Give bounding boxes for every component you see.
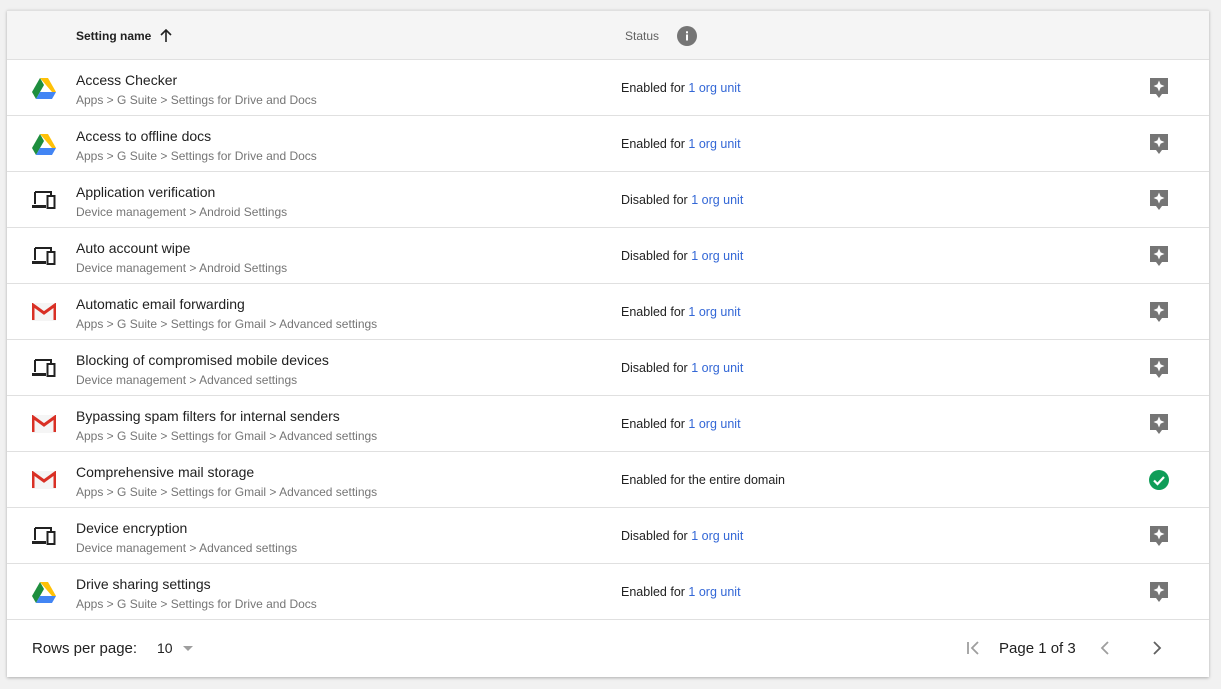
setting-status: Enabled for 1 org unit <box>621 137 741 151</box>
star-badge-icon[interactable] <box>1148 301 1170 323</box>
drive-icon <box>32 581 56 603</box>
setting-status: Enabled for 1 org unit <box>621 417 741 431</box>
previous-page-icon[interactable] <box>1095 638 1115 658</box>
setting-title[interactable]: Bypassing spam filters for internal send… <box>76 408 340 424</box>
status-column-header: Status <box>625 11 698 60</box>
setting-status: Enabled for 1 org unit <box>621 81 741 95</box>
setting-path: Apps > G Suite > Settings for Drive and … <box>76 93 317 107</box>
table-row[interactable]: Drive sharing settings Apps > G Suite > S… <box>7 564 1209 620</box>
setting-title[interactable]: Device encryption <box>76 520 187 536</box>
setting-title[interactable]: Comprehensive mail storage <box>76 464 254 480</box>
setting-path: Apps > G Suite > Settings for Gmail > Ad… <box>76 317 378 331</box>
check-circle-icon <box>1148 469 1170 491</box>
setting-status: Disabled for 1 org unit <box>621 529 743 543</box>
star-badge-icon[interactable] <box>1148 77 1170 99</box>
info-icon[interactable] <box>677 25 698 46</box>
table-footer: Rows per page: 10 Page 1 of 3 <box>7 620 1209 676</box>
setting-path: Device management > Android Settings <box>76 205 288 219</box>
setting-title[interactable]: Access Checker <box>76 72 177 88</box>
rows-per-page-value: 10 <box>157 640 173 656</box>
setting-title[interactable]: Access to offline docs <box>76 128 211 144</box>
status-text: Disabled for <box>621 361 692 375</box>
setting-path: Device management > Android Settings <box>76 261 288 275</box>
org-unit-link[interactable]: 1 org unit <box>691 529 743 543</box>
setting-status: Disabled for 1 org unit <box>621 361 743 375</box>
setting-path: Device management > Advanced settings <box>76 373 298 387</box>
setting-status: Enabled for 1 org unit <box>621 305 741 319</box>
setting-path: Device management > Advanced settings <box>76 541 298 555</box>
org-unit-link[interactable]: 1 org unit <box>688 585 740 599</box>
table-row[interactable]: Blocking of compromised mobile devices De… <box>7 340 1209 396</box>
table-row[interactable]: Application verification Device managemen… <box>7 172 1209 228</box>
setting-title[interactable]: Auto account wipe <box>76 240 190 256</box>
gmail-icon <box>32 301 56 323</box>
star-badge-icon[interactable] <box>1148 525 1170 547</box>
table-row[interactable]: Bypassing spam filters for internal send… <box>7 396 1209 452</box>
setting-name-column-header[interactable]: Setting name <box>76 11 172 60</box>
setting-path: Apps > G Suite > Settings for Drive and … <box>76 149 317 163</box>
org-unit-link[interactable]: 1 org unit <box>691 193 743 207</box>
gmail-icon <box>32 413 56 435</box>
table-row[interactable]: Access to offline docs Apps > G Suite > S… <box>7 116 1209 172</box>
rows-per-page-label: Rows per page: <box>32 640 138 657</box>
org-unit-link[interactable]: 1 org unit <box>688 417 740 431</box>
devices-icon <box>32 245 56 267</box>
sort-ascending-icon[interactable] <box>160 28 172 43</box>
devices-icon <box>32 525 56 547</box>
star-badge-icon[interactable] <box>1148 413 1170 435</box>
setting-path: Apps > G Suite > Settings for Gmail > Ad… <box>76 485 378 499</box>
status-text: Enabled for <box>621 305 689 319</box>
star-badge-icon[interactable] <box>1148 357 1170 379</box>
table-row[interactable]: Comprehensive mail storage Apps > G Suite… <box>7 452 1209 508</box>
status-text: Enabled for <box>621 81 689 95</box>
org-unit-link[interactable]: 1 org unit <box>688 137 740 151</box>
status-text: Enabled for <box>621 417 689 431</box>
setting-title[interactable]: Application verification <box>76 184 215 200</box>
status-text: Enabled for the entire domain <box>621 473 785 487</box>
table-row[interactable]: Automatic email forwarding Apps > G Suite… <box>7 284 1209 340</box>
devices-icon <box>32 189 56 211</box>
star-badge-icon[interactable] <box>1148 189 1170 211</box>
devices-icon <box>32 357 56 379</box>
status-text: Enabled for <box>621 585 689 599</box>
org-unit-link[interactable]: 1 org unit <box>691 249 743 263</box>
settings-table-card: Setting name Status Access Checker Apps >… <box>7 10 1209 677</box>
next-page-icon[interactable] <box>1147 638 1167 658</box>
setting-path: Apps > G Suite > Settings for Gmail > Ad… <box>76 429 378 443</box>
table-header: Setting name Status <box>7 11 1209 60</box>
setting-title[interactable]: Automatic email forwarding <box>76 296 245 312</box>
setting-name-header-label: Setting name <box>76 28 152 43</box>
setting-title[interactable]: Blocking of compromised mobile devices <box>76 352 329 368</box>
setting-title[interactable]: Drive sharing settings <box>76 576 211 592</box>
setting-status: Enabled for the entire domain <box>621 473 785 487</box>
table-row[interactable]: Device encryption Device management > Adv… <box>7 508 1209 564</box>
star-badge-icon[interactable] <box>1148 245 1170 267</box>
drive-icon <box>32 77 56 99</box>
table-row[interactable]: Auto account wipe Device management > And… <box>7 228 1209 284</box>
first-page-icon[interactable] <box>964 638 986 658</box>
drive-icon <box>32 133 56 155</box>
star-badge-icon[interactable] <box>1148 581 1170 603</box>
setting-status: Enabled for 1 org unit <box>621 585 741 599</box>
status-text: Disabled for <box>621 529 692 543</box>
org-unit-link[interactable]: 1 org unit <box>688 81 740 95</box>
setting-path: Apps > G Suite > Settings for Drive and … <box>76 597 317 611</box>
gmail-icon <box>32 469 56 491</box>
status-text: Disabled for <box>621 249 692 263</box>
page-indicator: Page 1 of 3 <box>999 640 1076 657</box>
org-unit-link[interactable]: 1 org unit <box>688 305 740 319</box>
table-body: Access Checker Apps > G Suite > Settings … <box>7 60 1209 620</box>
rows-per-page-select[interactable]: 10 <box>157 636 193 660</box>
chevron-down-icon <box>182 645 193 651</box>
star-badge-icon[interactable] <box>1148 133 1170 155</box>
status-header-label: Status <box>625 28 660 43</box>
status-text: Disabled for <box>621 193 692 207</box>
setting-status: Disabled for 1 org unit <box>621 249 743 263</box>
setting-status: Disabled for 1 org unit <box>621 193 743 207</box>
status-text: Enabled for <box>621 137 689 151</box>
table-row[interactable]: Access Checker Apps > G Suite > Settings … <box>7 60 1209 116</box>
org-unit-link[interactable]: 1 org unit <box>691 361 743 375</box>
